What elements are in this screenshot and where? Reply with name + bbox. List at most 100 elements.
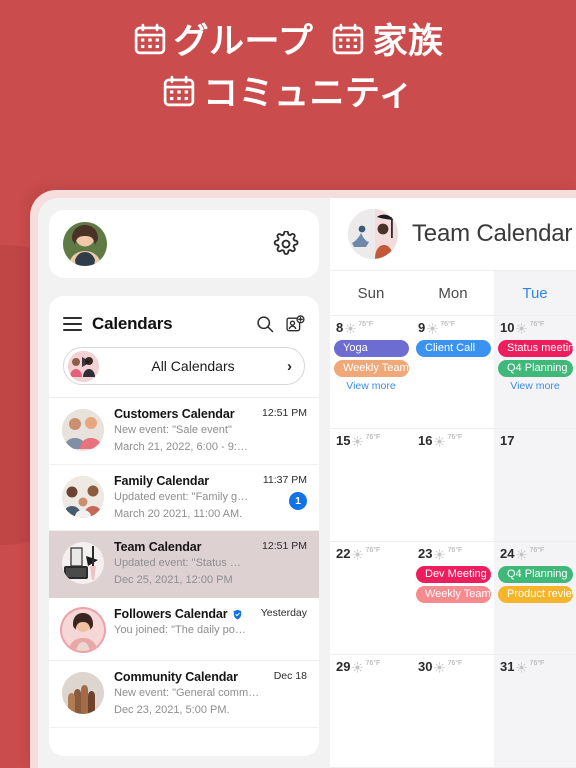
list-item-title: Family Calendar (114, 473, 210, 488)
day-number: 22 (336, 546, 351, 561)
day-number-line: 24 76°F (494, 547, 576, 563)
calendar-day-cell[interactable]: 15 76°F (330, 429, 412, 541)
list-item-meta: Yesterday (257, 607, 307, 651)
hamburger-icon[interactable] (63, 313, 82, 335)
view-more-link[interactable]: View more (494, 380, 576, 392)
list-item[interactable]: Team Calendar Updated event: "Status mee… (49, 531, 319, 599)
search-icon[interactable] (255, 314, 275, 334)
list-item-avatar (62, 409, 104, 451)
chevron-right-icon: › (287, 357, 292, 375)
temperature-label: 76°F (365, 547, 381, 554)
calendars-title: Calendars (92, 314, 173, 333)
calendar-week-row: 15 76°F 16 76°F 17 (330, 429, 576, 542)
temperature-label: 76°F (447, 434, 463, 441)
avatar[interactable] (63, 222, 107, 266)
page-title: グループ 家族 コミュニティ (0, 16, 576, 120)
gear-icon[interactable] (273, 231, 299, 257)
view-more-link[interactable]: View more (330, 380, 412, 392)
sun-icon (434, 662, 446, 673)
headline-word-group: グループ (173, 22, 314, 61)
list-item-sub2: March 21, 2022, 6:00 - 9:00 PM. (114, 440, 249, 453)
day-number-line: 16 76°F (412, 434, 494, 450)
list-item-body: Community Calendar New event: "General c… (114, 670, 260, 718)
temperature-label: 76°F (529, 547, 545, 554)
day-number: 8 (336, 320, 344, 335)
day-events: Q4 Planning Product review (494, 566, 576, 603)
event-chip[interactable]: Client Call (416, 340, 491, 357)
list-item-time: Dec 18 (273, 670, 307, 683)
event-chip[interactable]: Q4 Planning (498, 566, 573, 583)
calendar-header: Team Calendar (330, 198, 576, 270)
sun-icon (352, 662, 364, 673)
day-number: 24 (500, 546, 515, 561)
day-number-line: 17 (494, 434, 576, 450)
calendar-list: Customers Calendar New event: "Sale even… (49, 397, 319, 728)
list-item[interactable]: Family Calendar Updated event: "Family g… (49, 465, 319, 532)
list-item-title: Followers Calendar (114, 607, 228, 622)
calendars-card: Calendars All Calendars › Customers Cale… (49, 296, 319, 756)
verified-badge-icon (232, 609, 243, 620)
unread-badge: 1 (289, 491, 307, 510)
calendar-grid: 8 76°F Yoga Weekly Team View more 9 76°F Client… (330, 316, 576, 768)
calendar-day-cell[interactable]: 31 76°F (494, 655, 576, 767)
event-chip[interactable]: Status meeting (498, 340, 573, 357)
profile-card[interactable] (49, 210, 319, 278)
add-calendar-icon[interactable] (285, 314, 305, 334)
all-calendars-pill[interactable]: All Calendars › (63, 347, 305, 385)
list-item-body: Team Calendar Updated event: "Status mee… (114, 540, 248, 588)
sun-icon (516, 323, 528, 334)
list-item-sub1: Updated event: "Family gathering" (114, 490, 249, 503)
calendar-icon (162, 74, 196, 108)
calendar-day-cell[interactable]: 16 76°F (412, 429, 494, 541)
weekday-tue[interactable]: Tue (494, 271, 576, 315)
screenshot-root: グループ 家族 コミュニティ Calendars All Calendars ›… (0, 0, 576, 768)
list-item-sub1: You joined: "The daily podcast" (114, 624, 247, 637)
calendar-day-cell[interactable]: 9 76°F Client Call (412, 316, 494, 428)
weekday-sun[interactable]: Sun (330, 271, 412, 315)
calendar-day-cell[interactable]: 30 76°F (412, 655, 494, 767)
temperature-label: 76°F (358, 321, 374, 328)
weekday-mon[interactable]: Mon (412, 271, 494, 315)
event-chip[interactable]: Weekly Team (416, 586, 491, 603)
calendar-title: Team Calendar (412, 220, 573, 247)
list-item-time: Yesterday (260, 607, 307, 620)
day-number-line: 9 76°F (412, 321, 494, 337)
event-chip[interactable]: Weekly Team (334, 360, 409, 377)
calendar-day-cell[interactable]: 17 (494, 429, 576, 541)
calendar-week-row: 29 76°F 30 76°F 31 76°F (330, 655, 576, 768)
calendar-day-cell[interactable]: 23 76°F Dev Meeting Weekly Team (412, 542, 494, 654)
list-item-avatar (62, 609, 104, 652)
headline-line-2: コミュニティ (0, 68, 576, 120)
day-number: 16 (418, 433, 433, 448)
list-item[interactable]: Followers Calendar You joined: "The dail… (49, 598, 319, 662)
event-chip[interactable]: Yoga (334, 340, 409, 357)
calendar-day-cell[interactable]: 10 76°F Status meeting Q4 Planning View more (494, 316, 576, 428)
sidebar: Calendars All Calendars › Customers Cale… (38, 198, 330, 768)
calendar-day-cell[interactable]: 24 76°F Q4 Planning Product review (494, 542, 576, 654)
list-item-avatar (62, 542, 104, 585)
event-chip[interactable]: Product review (498, 586, 573, 603)
list-item[interactable]: Community Calendar New event: "General c… (49, 661, 319, 728)
list-item-sub1: New event: "Sale event" (114, 424, 232, 436)
day-number: 17 (500, 433, 515, 448)
list-item[interactable]: Customers Calendar New event: "Sale even… (49, 398, 319, 465)
calendar-week-row: 22 76°F 23 76°F Dev Meeting Weekly Team 24 76°F… (330, 542, 576, 655)
app-screen: Calendars All Calendars › Customers Cale… (38, 198, 576, 768)
event-chip[interactable]: Dev Meeting (416, 566, 491, 583)
all-calendars-label: All Calendars (151, 358, 235, 374)
calendar-day-cell[interactable]: 22 76°F (330, 542, 412, 654)
day-number-line: 23 76°F (412, 547, 494, 563)
day-number-line: 31 76°F (494, 660, 576, 676)
day-number-line: 10 76°F (494, 321, 576, 337)
calendar-day-cell[interactable]: 29 76°F (330, 655, 412, 767)
event-chip[interactable]: Q4 Planning (498, 360, 573, 377)
temperature-label: 76°F (365, 434, 381, 441)
day-number: 31 (500, 659, 515, 674)
day-number: 15 (336, 433, 351, 448)
list-item-meta: Dec 18 (270, 670, 307, 718)
list-item-title: Customers Calendar (114, 407, 235, 421)
calendar-avatar[interactable] (348, 209, 398, 259)
calendar-day-cell[interactable]: 8 76°F Yoga Weekly Team View more (330, 316, 412, 428)
list-item-body: Family Calendar Updated event: "Family g… (114, 474, 249, 522)
sun-icon (434, 549, 446, 560)
